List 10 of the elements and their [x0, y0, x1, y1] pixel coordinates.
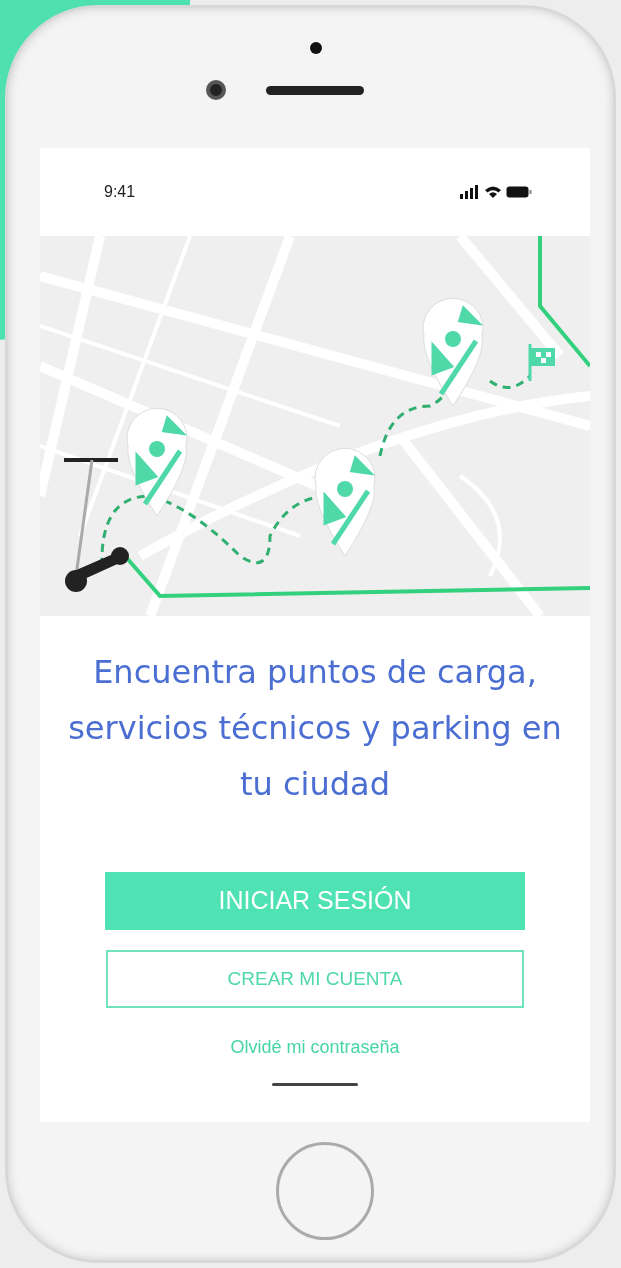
- sensor-dot: [310, 42, 322, 54]
- forgot-password-link[interactable]: Olvidé mi contraseña: [230, 1034, 400, 1061]
- battery-icon: [506, 185, 532, 199]
- headline-text: Encuentra puntos de carga, servicios técnicos y parking en tu ciudad: [67, 652, 563, 805]
- status-time: 9:41: [104, 182, 136, 202]
- login-button[interactable]: INICIAR SESIÓN: [105, 872, 525, 930]
- create-account-button[interactable]: CREAR MI CUENTA: [106, 950, 524, 1008]
- signal-icon: [460, 185, 480, 199]
- camera-lens: [206, 80, 226, 100]
- wifi-icon: [484, 185, 502, 199]
